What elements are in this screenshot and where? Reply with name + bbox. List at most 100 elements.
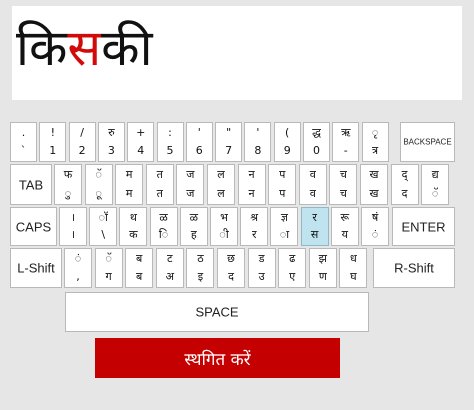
key-row1-6[interactable]: ' 6 — [185, 122, 213, 162]
key-row2-5-shift-char: ल — [217, 168, 225, 181]
key-row1-2-char: 2 — [78, 144, 86, 157]
key-row3-3-shift-char: ळ — [159, 211, 168, 224]
key-row3-1-char: \ — [101, 228, 106, 241]
key-row3-5[interactable]: भी — [210, 207, 238, 246]
key-row1-4[interactable]: +4 — [127, 122, 155, 162]
key-row4-7-shift-char: ढ — [289, 252, 296, 265]
pause-button[interactable]: स्थगित करें — [95, 338, 340, 378]
key-row2-11-shift-char: द् — [401, 168, 408, 181]
key-row3-3[interactable]: ळि — [149, 207, 178, 246]
key-row1-6-char: 6 — [195, 144, 203, 157]
key-row1-7[interactable]: " 7 — [215, 122, 243, 162]
enter-key[interactable]: ENTER — [392, 207, 455, 246]
key-row3-10[interactable]: षंं — [361, 207, 389, 246]
key-row4-8-shift-char: झ — [318, 252, 327, 265]
key-row3-2-char: क — [129, 228, 138, 241]
key-row4-4[interactable]: ठइ — [186, 248, 215, 288]
key-row2-1-char: ू — [95, 187, 102, 200]
key-row3-0-shift-char: । — [70, 211, 76, 224]
key-row1-1-shift-char: ! — [50, 126, 55, 139]
key-row2-6-char: न — [248, 187, 255, 200]
key-row4-9-char: घ — [350, 270, 357, 283]
key-row2-4-char: ज — [186, 187, 195, 200]
key-row2-10[interactable]: खख — [360, 164, 388, 205]
key-row2-8[interactable]: वव — [298, 164, 327, 205]
key-row3-8[interactable]: रस — [300, 207, 329, 246]
space-key[interactable]: SPACE — [65, 292, 369, 332]
key-row1-11-shift-char: ऋ — [341, 126, 351, 139]
key-row1-10-shift-char: द्ध — [312, 126, 321, 139]
key-row1-11[interactable]: ऋ- — [332, 122, 360, 162]
key-row3-1[interactable]: ॉ \ — [89, 207, 118, 246]
key-row3-4-char: ह — [190, 228, 197, 241]
key-row2-12[interactable]: द्यॅ — [421, 164, 450, 205]
key-row3-7[interactable]: ज्ञा — [270, 207, 299, 246]
key-row1-0[interactable]: . ` — [10, 122, 37, 162]
key-row4-4-char: इ — [197, 270, 204, 283]
key-row2-4[interactable]: जज — [176, 164, 205, 205]
key-row3-9[interactable]: रू य — [330, 207, 359, 246]
key-row4-3[interactable]: टअ — [155, 248, 184, 288]
key-row2-1[interactable]: ॅू — [84, 164, 113, 205]
key-row2-9[interactable]: चच — [329, 164, 358, 205]
key-row3-3-char: ि — [158, 228, 169, 241]
key-row4-9[interactable]: धघ — [339, 248, 368, 288]
key-row4-5-char: द — [228, 270, 234, 283]
key-row1-4-char: 4 — [137, 144, 145, 157]
backspace-key[interactable]: BACKSPACE — [400, 122, 455, 162]
key-row2-6[interactable]: नन — [237, 164, 266, 205]
key-row2-2-shift-char: म — [125, 168, 133, 181]
key-row1-5[interactable]: :5 — [156, 122, 184, 162]
key-row4-1[interactable]: ॅ ग — [94, 248, 123, 288]
key-row4-6[interactable]: डउ — [247, 248, 276, 288]
key-row2-10-char: ख — [369, 187, 379, 200]
key-row1-12[interactable]: ृ त्र — [361, 122, 389, 162]
key-row3-9-char: य — [341, 228, 348, 241]
key-row2-12-char: ॅ — [431, 187, 439, 200]
backspace-key-label: BACKSPACE — [403, 137, 452, 147]
key-row1-3[interactable]: रु 3 — [97, 122, 125, 162]
key-row1-8-shift-char: ' — [256, 126, 260, 139]
key-row2-1-shift-char: ॅ — [95, 168, 102, 181]
key-row4-8[interactable]: झण — [308, 248, 337, 288]
key-row2-2[interactable]: मम — [115, 164, 144, 205]
key-row3-4[interactable]: ळह — [179, 207, 208, 246]
key-row3-0[interactable]: । । — [59, 207, 87, 246]
key-row2-0-char: ु — [64, 187, 72, 200]
key-row4-2-char: ब — [136, 270, 143, 283]
key-row4-7[interactable]: ढए — [278, 248, 307, 288]
key-row1-8-char: 8 — [254, 144, 262, 157]
key-row1-11-char: - — [343, 144, 348, 157]
key-row4-2[interactable]: बब — [125, 248, 154, 288]
right-shift-key[interactable]: R-Shift — [373, 248, 455, 288]
key-row2-10-shift-char: ख — [369, 168, 379, 181]
key-row4-5[interactable]: छद — [217, 248, 245, 288]
key-row3-8-shift-char: र — [312, 211, 317, 224]
key-row4-2-shift-char: ब — [136, 252, 143, 265]
key-row1-0-shift-char: . — [21, 126, 26, 139]
key-row4-0[interactable]: ं, — [64, 248, 92, 288]
key-row1-10[interactable]: द्ध 0 — [303, 122, 330, 162]
key-row2-3[interactable]: तत — [145, 164, 174, 205]
key-row3-6-char: र — [251, 228, 257, 241]
tab-key[interactable]: TAB — [10, 164, 52, 205]
key-row1-12-char: त्र — [372, 144, 379, 157]
key-row2-11[interactable]: द् द — [390, 164, 419, 205]
key-row1-9[interactable]: (9 — [273, 122, 301, 162]
key-row2-5[interactable]: लल — [207, 164, 235, 205]
key-row3-6-shift-char: श्र — [250, 211, 259, 224]
key-row2-0[interactable]: फु — [54, 164, 82, 205]
key-row3-2[interactable]: थक — [119, 207, 148, 246]
key-row3-5-char: ी — [219, 228, 229, 241]
key-row3-6[interactable]: श्र र — [240, 207, 269, 246]
caps-key[interactable]: CAPS — [10, 207, 57, 246]
key-row1-7-char: 7 — [225, 144, 233, 157]
key-row1-7-shift-char: " — [226, 126, 232, 139]
key-row1-2[interactable]: /2 — [68, 122, 96, 162]
key-row4-1-char: ग — [105, 270, 112, 283]
key-row2-7[interactable]: पप — [268, 164, 297, 205]
key-row1-1[interactable]: ! 1 — [39, 122, 67, 162]
key-row1-8[interactable]: ' 8 — [244, 122, 272, 162]
left-shift-key[interactable]: L-Shift — [10, 248, 62, 288]
key-row2-8-char: व — [309, 187, 316, 200]
